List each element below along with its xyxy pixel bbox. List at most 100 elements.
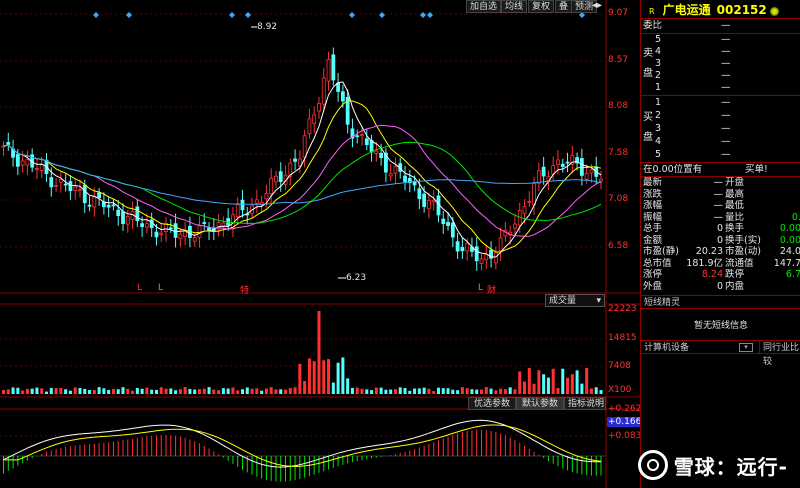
volume-bar bbox=[16, 387, 20, 394]
event-marker[interactable]: 财 bbox=[487, 283, 496, 296]
quote-value: 24.0 bbox=[779, 246, 800, 257]
sell-level-2: 2— bbox=[655, 70, 731, 81]
candle-body bbox=[360, 134, 364, 137]
volume-bar bbox=[183, 387, 187, 394]
quote-row: 金额 0 换手(实) 0.00 bbox=[641, 235, 800, 247]
ma-button[interactable]: 均线 bbox=[501, 0, 528, 13]
candle-body bbox=[541, 166, 546, 177]
volume-bar bbox=[59, 388, 63, 394]
low-price-label: 6.23 bbox=[346, 273, 367, 283]
chevron-down-icon[interactable]: ▾ bbox=[739, 343, 753, 352]
quote-row: 涨幅 — 最低 bbox=[641, 200, 800, 212]
volume-bar bbox=[403, 388, 407, 394]
volume-bar bbox=[40, 388, 44, 394]
quote-label: 涨停 bbox=[643, 269, 663, 280]
overlay-button[interactable]: 叠 bbox=[555, 0, 573, 13]
quote-label: 换手(实) bbox=[725, 234, 761, 246]
volume-bar bbox=[408, 390, 412, 394]
price-tick: 8.57 bbox=[608, 55, 629, 65]
event-marker[interactable]: L bbox=[478, 283, 483, 293]
quote-label: 跌停 bbox=[725, 269, 745, 280]
quote-value: 0 bbox=[716, 280, 723, 292]
moving-average-line bbox=[3, 81, 602, 258]
event-marker[interactable]: 特 bbox=[240, 283, 249, 296]
candle-body bbox=[355, 135, 360, 138]
tab-indicator-help[interactable]: 指标说明 bbox=[564, 397, 606, 410]
candle-body bbox=[484, 253, 489, 261]
order-summary: 在0.00位置有 买单! bbox=[641, 164, 800, 176]
quote-label: 总市值 bbox=[643, 257, 672, 269]
quote-label: 涨跌 bbox=[643, 188, 663, 200]
candlestick-chart[interactable] bbox=[0, 0, 640, 488]
candle-body bbox=[374, 150, 379, 154]
volume-bar bbox=[580, 383, 584, 394]
candle-body bbox=[532, 183, 536, 206]
volume-bar bbox=[327, 359, 331, 394]
volume-bar bbox=[422, 387, 426, 394]
quote-value: 181.9亿 bbox=[686, 257, 723, 269]
quote-label: 换手 bbox=[725, 223, 745, 234]
moving-average-line bbox=[3, 100, 602, 253]
peer-compare-link[interactable]: 同行业比较 bbox=[763, 341, 800, 369]
candle-body bbox=[513, 223, 517, 229]
volume-bar bbox=[432, 391, 436, 394]
candle-body bbox=[140, 223, 145, 227]
quote-label: 金额 bbox=[643, 234, 663, 246]
candle-body bbox=[465, 243, 470, 252]
candle-body bbox=[68, 181, 73, 192]
candle-body bbox=[493, 252, 498, 264]
event-marker[interactable]: L bbox=[158, 283, 163, 293]
snowball-logo-icon bbox=[637, 450, 668, 480]
sell-level-1: 1— bbox=[655, 82, 731, 93]
volume-bar bbox=[374, 387, 378, 394]
short-line-genie-header[interactable]: 短线精灵 bbox=[641, 295, 800, 309]
volume-bar bbox=[508, 387, 512, 394]
candle-body bbox=[297, 158, 302, 167]
candle-body bbox=[82, 184, 87, 204]
volume-bar bbox=[150, 389, 154, 394]
volume-bar bbox=[111, 388, 115, 394]
tab-default-params[interactable]: 默认参数 bbox=[516, 397, 564, 410]
volume-bar bbox=[88, 390, 92, 394]
candle-body bbox=[197, 225, 202, 238]
volume-bar bbox=[159, 387, 163, 394]
volume-bar bbox=[35, 387, 39, 394]
candle-body bbox=[20, 160, 25, 166]
volume-bar bbox=[241, 389, 244, 394]
candle-body bbox=[441, 218, 446, 225]
volume-bar bbox=[589, 388, 593, 394]
candle-body bbox=[556, 159, 560, 165]
add-watchlist-button[interactable]: 加自选 bbox=[466, 0, 502, 13]
volume-bar bbox=[49, 388, 53, 394]
tab-optimized-params[interactable]: 优选参数 bbox=[468, 397, 516, 410]
volume-bar bbox=[460, 387, 464, 394]
volume-bar bbox=[379, 387, 383, 394]
weibi-row: 委比 — bbox=[641, 20, 800, 32]
volume-bar bbox=[570, 374, 574, 394]
candle-body bbox=[269, 177, 274, 194]
adjust-button[interactable]: 复权 bbox=[528, 0, 555, 13]
volume-bar bbox=[64, 389, 68, 394]
macd-tick: +0.083 bbox=[608, 431, 642, 441]
industry-label[interactable]: 计算机设备 bbox=[644, 343, 689, 353]
candle-body bbox=[264, 193, 269, 200]
event-marker[interactable]: L bbox=[137, 283, 142, 293]
volume-bar bbox=[350, 387, 354, 394]
volume-bar bbox=[236, 390, 240, 394]
volume-bar bbox=[365, 389, 369, 394]
sell-level-4: 4— bbox=[655, 46, 731, 57]
candle-body bbox=[293, 158, 297, 162]
macd-tick: +0.262 bbox=[608, 404, 642, 414]
candle-body bbox=[92, 196, 97, 208]
candle-body bbox=[121, 211, 125, 224]
volume-tick: X100 bbox=[608, 385, 632, 395]
candle-body bbox=[168, 227, 173, 230]
volume-bar bbox=[566, 377, 570, 394]
volume-bar bbox=[513, 389, 517, 394]
volume-bar bbox=[494, 390, 498, 394]
candle-body bbox=[87, 204, 92, 207]
volume-bar bbox=[269, 387, 273, 394]
play-back-icon[interactable]: ◂▸ bbox=[592, 0, 602, 11]
globe-icon[interactable] bbox=[769, 7, 779, 16]
indicator-dropdown[interactable]: 成交量 ▾ bbox=[545, 294, 605, 307]
